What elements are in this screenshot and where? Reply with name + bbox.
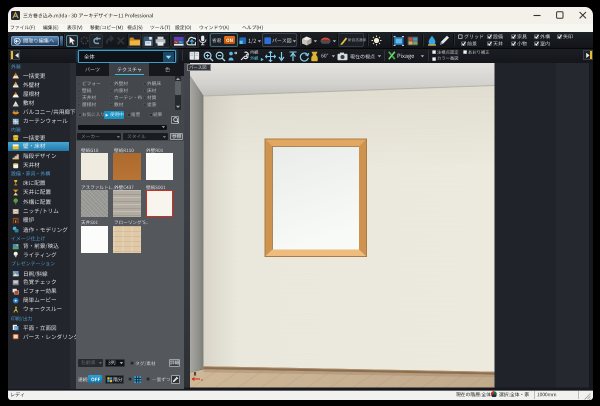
svg-text:z: z [201, 377, 203, 382]
